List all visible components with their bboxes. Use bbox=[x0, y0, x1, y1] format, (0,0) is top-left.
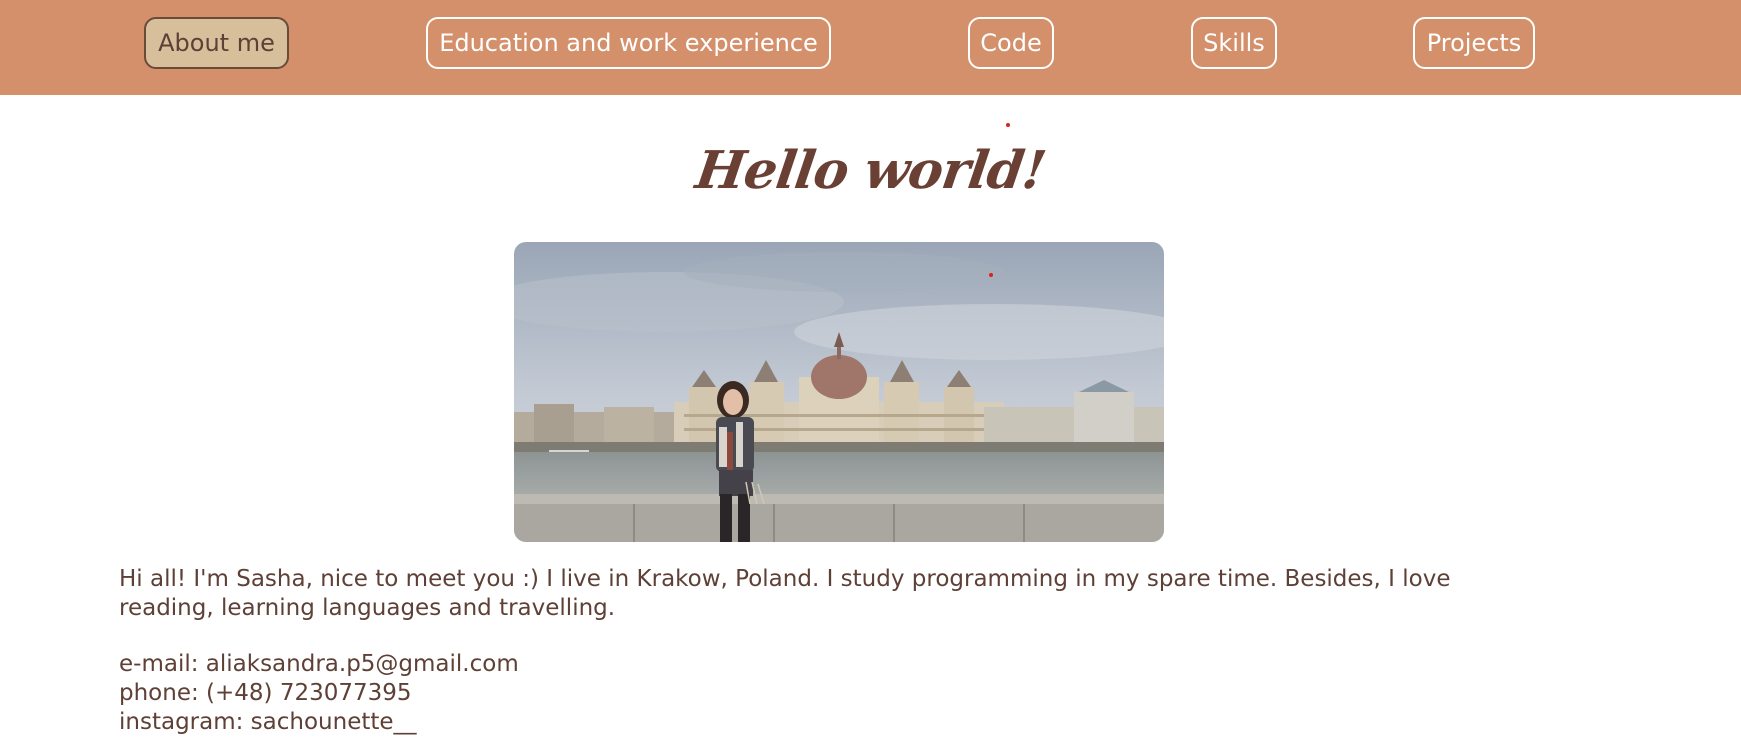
phone-line: phone: (+48) 723077395 bbox=[119, 680, 412, 706]
page-title: Hello world! bbox=[692, 140, 1049, 201]
instagram-line: instagram: sachounette__ bbox=[119, 709, 417, 735]
parliament-photo-illustration bbox=[514, 242, 1164, 542]
nav-projects-button[interactable]: Projects bbox=[1413, 17, 1535, 69]
red-dot-marker bbox=[1006, 123, 1010, 127]
nav-skills-button[interactable]: Skills bbox=[1191, 17, 1277, 69]
email-line: e-mail: aliaksandra.p5@gmail.com bbox=[119, 651, 519, 677]
contact-info: e-mail: aliaksandra.p5@gmail.com phone: … bbox=[119, 650, 519, 737]
nav-about-me-button[interactable]: About me bbox=[144, 17, 289, 69]
red-dot-marker bbox=[989, 273, 993, 277]
nav-education-button[interactable]: Education and work experience bbox=[426, 17, 831, 69]
profile-photo bbox=[514, 242, 1164, 542]
top-navbar: About me Education and work experience C… bbox=[0, 0, 1741, 95]
about-text: Hi all! I'm Sasha, nice to meet you :) I… bbox=[119, 566, 1451, 621]
nav-code-button[interactable]: Code bbox=[968, 17, 1054, 69]
